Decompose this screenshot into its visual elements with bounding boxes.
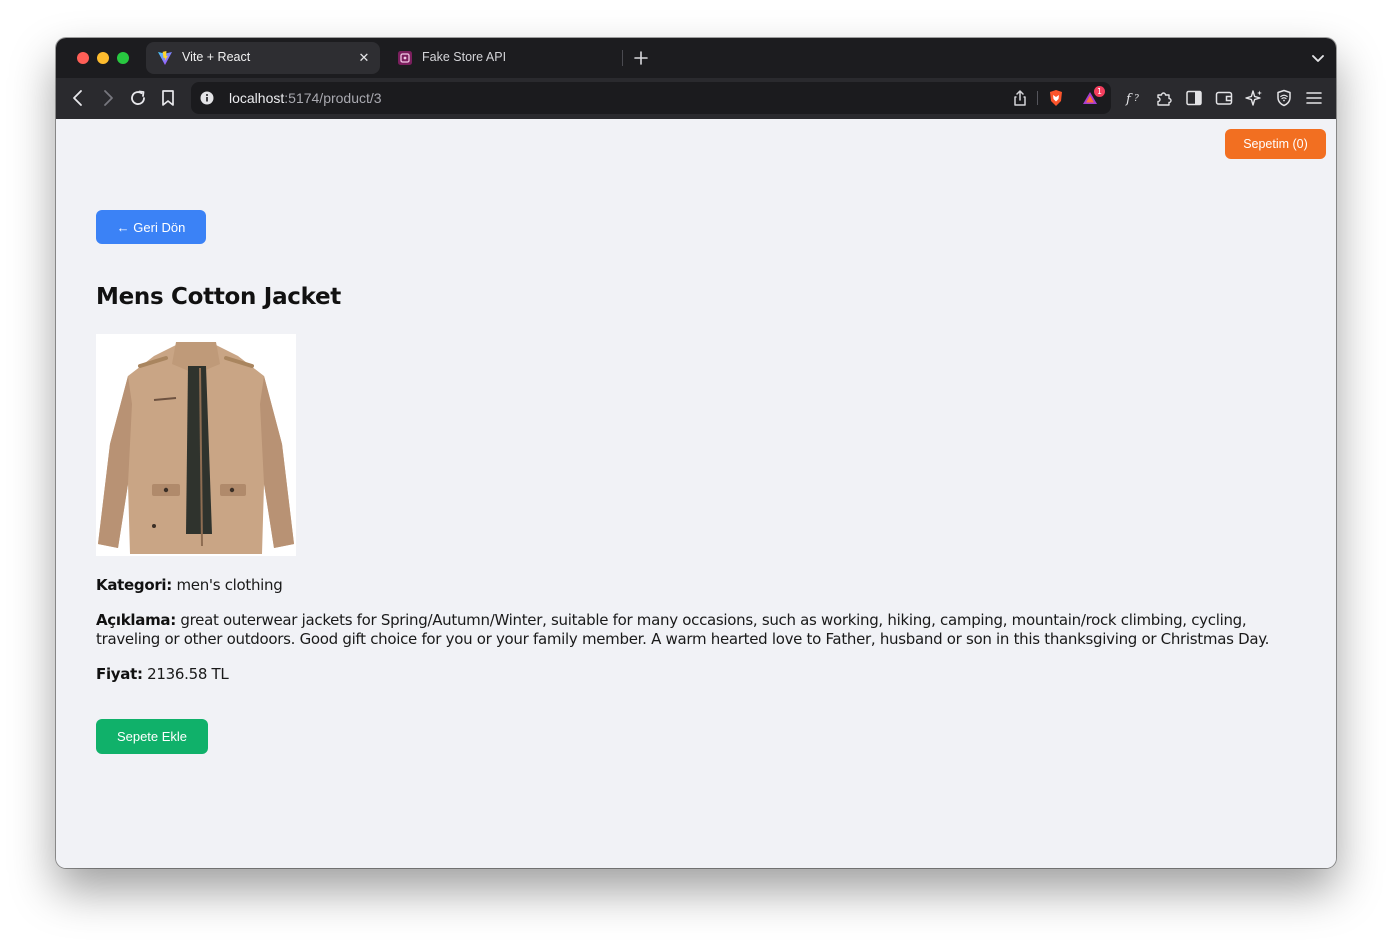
product-price: Fiyat: 2136.58 TL — [96, 665, 229, 684]
leo-fx-icon[interactable]: f ? — [1124, 88, 1144, 108]
product-category: Kategori: men's clothing — [96, 576, 283, 595]
page-content: Sepetim (0) ← Geri Dön Mens Cotton Jacke… — [56, 119, 1336, 868]
hamburger-menu-icon[interactable] — [1304, 88, 1324, 108]
back-arrow-icon[interactable] — [68, 88, 88, 108]
description-label: Açıklama: — [96, 611, 176, 629]
category-label: Kategori: — [96, 576, 172, 594]
vpn-shield-icon[interactable] — [1274, 88, 1294, 108]
svg-text:?: ? — [1134, 94, 1139, 104]
product-description: Açıklama: great outerwear jackets for Sp… — [96, 611, 1296, 649]
description-value: great outerwear jackets for Spring/Autum… — [96, 611, 1270, 648]
back-button[interactable]: ← Geri Dön — [96, 210, 206, 244]
tab-title: Fake Store API — [422, 50, 507, 64]
cart-button[interactable]: Sepetim (0) — [1225, 129, 1326, 159]
svg-text:f: f — [1125, 92, 1133, 107]
product-title: Mens Cotton Jacket — [96, 284, 341, 310]
price-label: Fiyat: — [96, 665, 143, 683]
tab-title: Vite + React — [182, 50, 251, 64]
rewards-count-badge: 1 — [1094, 86, 1105, 97]
tab-strip: Vite + React ✕ Fake Store API — [56, 38, 1336, 78]
tab-fake-store-api[interactable]: Fake Store API — [386, 42, 622, 74]
brave-shields-icon[interactable] — [1047, 89, 1065, 107]
browser-window: Vite + React ✕ Fake Store API localhost:… — [56, 38, 1336, 868]
address-bar[interactable]: localhost:5174/product/3 1 — [191, 82, 1111, 114]
close-tab-icon[interactable]: ✕ — [356, 50, 372, 66]
new-tab-icon[interactable] — [631, 48, 651, 68]
url-host: localhost — [229, 90, 285, 106]
chevron-down-icon[interactable] — [1308, 48, 1328, 68]
bookmark-icon[interactable] — [158, 88, 178, 108]
address-bar-divider — [1037, 91, 1038, 105]
extensions-puzzle-icon[interactable] — [1154, 88, 1174, 108]
add-to-cart-button[interactable]: Sepete Ekle — [96, 719, 208, 754]
share-icon[interactable] — [1011, 89, 1029, 107]
price-value: 2136.58 TL — [147, 665, 229, 683]
leo-ai-sparkle-icon[interactable] — [1244, 88, 1264, 108]
tab-vite-react[interactable]: Vite + React ✕ — [146, 42, 380, 74]
category-value: men's clothing — [176, 576, 283, 594]
site-info-icon[interactable] — [200, 91, 214, 105]
reload-icon[interactable] — [128, 88, 148, 108]
close-window-button[interactable] — [77, 52, 89, 64]
browser-toolbar: localhost:5174/product/3 1 f ? — [56, 78, 1336, 119]
url-text[interactable]: localhost:5174/product/3 — [229, 90, 382, 106]
tab-divider — [622, 50, 623, 66]
minimize-window-button[interactable] — [97, 52, 109, 64]
wallet-icon[interactable] — [1214, 88, 1234, 108]
forward-arrow-icon[interactable] — [98, 88, 118, 108]
product-image — [96, 334, 296, 556]
vite-logo-icon — [158, 51, 172, 65]
url-path: :5174/product/3 — [284, 90, 382, 106]
sidebar-toggle-icon[interactable] — [1184, 88, 1204, 108]
fake-store-favicon-icon — [398, 51, 412, 65]
zoom-window-button[interactable] — [117, 52, 129, 64]
